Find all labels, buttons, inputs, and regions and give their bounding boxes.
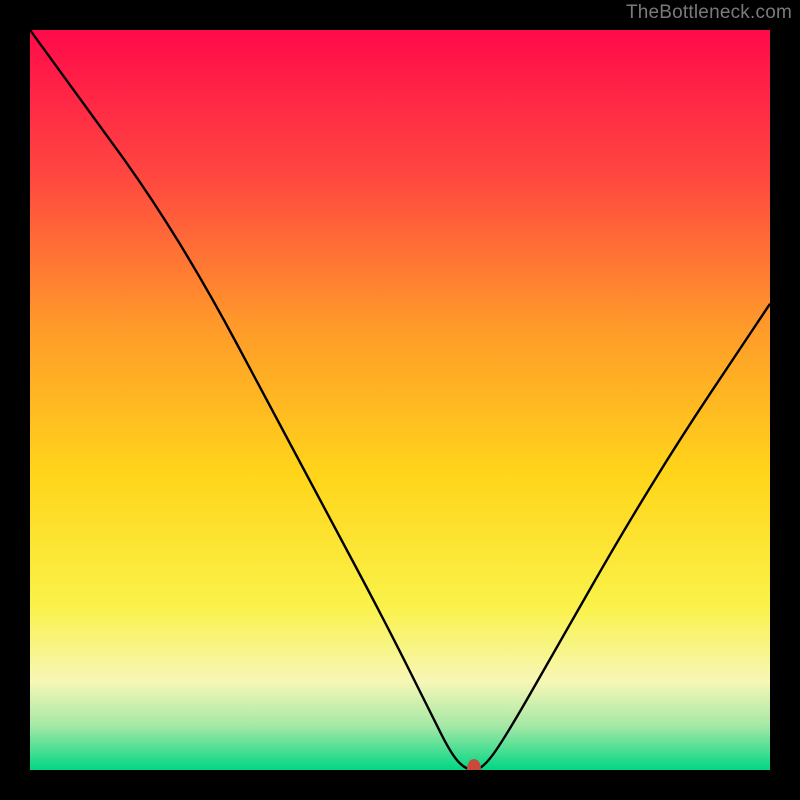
chart-container: TheBottleneck.com xyxy=(0,0,800,800)
bottleneck-curve xyxy=(30,30,770,770)
plot-area xyxy=(30,30,770,770)
watermark-text: TheBottleneck.com xyxy=(626,2,792,24)
